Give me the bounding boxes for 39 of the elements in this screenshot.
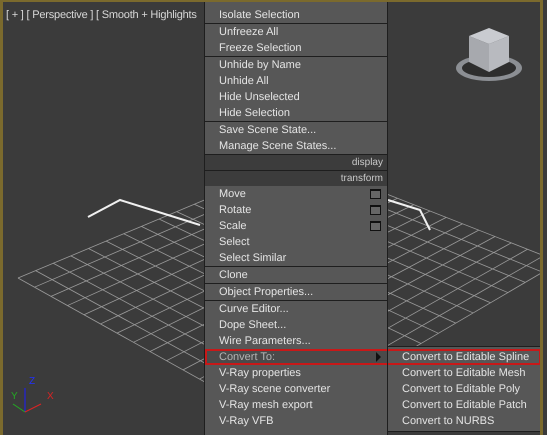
menu-item[interactable]: V-Ray VFB (205, 413, 387, 429)
menu-item[interactable]: Unhide by Name (205, 57, 387, 73)
viewport-label[interactable]: [ + ] [ Perspective ] [ Smooth + Highlights (6, 9, 197, 21)
menu-item[interactable]: Manage Scene States... (205, 138, 387, 154)
menu-item[interactable]: Unfreeze All (205, 24, 387, 40)
menu-item[interactable]: Save Scene State... (205, 122, 387, 138)
menu-item[interactable]: Convert to Editable Patch (388, 397, 540, 413)
menu-item[interactable]: Freeze Selection (205, 40, 387, 56)
menu-item[interactable]: Convert To: (205, 349, 387, 365)
menu-item[interactable]: Convert to Editable Spline (388, 349, 540, 365)
settings-box-icon[interactable] (370, 221, 381, 231)
menu-item[interactable]: Dope Sheet... (205, 317, 387, 333)
menu-item[interactable]: Scale (205, 218, 387, 234)
section-header: transform (205, 170, 387, 186)
menu-item[interactable]: Select Similar (205, 250, 387, 266)
menu-item[interactable]: Move (205, 186, 387, 202)
menu-item[interactable]: V-Ray properties (205, 365, 387, 381)
menu-item[interactable]: Select (205, 234, 387, 250)
menu-item[interactable]: Rotate (205, 202, 387, 218)
menu-item[interactable]: Hide Selection (205, 105, 387, 121)
menu-item[interactable]: V-Ray mesh export (205, 397, 387, 413)
settings-box-icon[interactable] (370, 189, 381, 199)
axis-label: X (47, 392, 54, 402)
menu-item[interactable]: Convert to NURBS (388, 413, 540, 429)
menu-item[interactable]: V-Ray scene converter (205, 381, 387, 397)
menu-item[interactable]: Curve Editor... (205, 301, 387, 317)
submenu-arrow-icon (376, 352, 381, 362)
menu-item[interactable]: Hide Unselected (205, 89, 387, 105)
menu-item[interactable]: Object Properties... (205, 284, 387, 300)
menu-item[interactable]: Convert to Editable Mesh (388, 365, 540, 381)
menu-item[interactable]: Convert to Editable Poly (388, 381, 540, 397)
menu-item[interactable]: Wire Parameters... (205, 333, 387, 349)
axis-label: Y (11, 392, 18, 402)
section-header: display (205, 154, 387, 170)
menu-item[interactable]: Unhide All (205, 73, 387, 89)
axis-label: Z (29, 377, 36, 387)
menu-item[interactable]: Isolate Selection (205, 7, 387, 23)
settings-box-icon[interactable] (370, 205, 381, 215)
menu-item[interactable]: Clone (205, 267, 387, 283)
